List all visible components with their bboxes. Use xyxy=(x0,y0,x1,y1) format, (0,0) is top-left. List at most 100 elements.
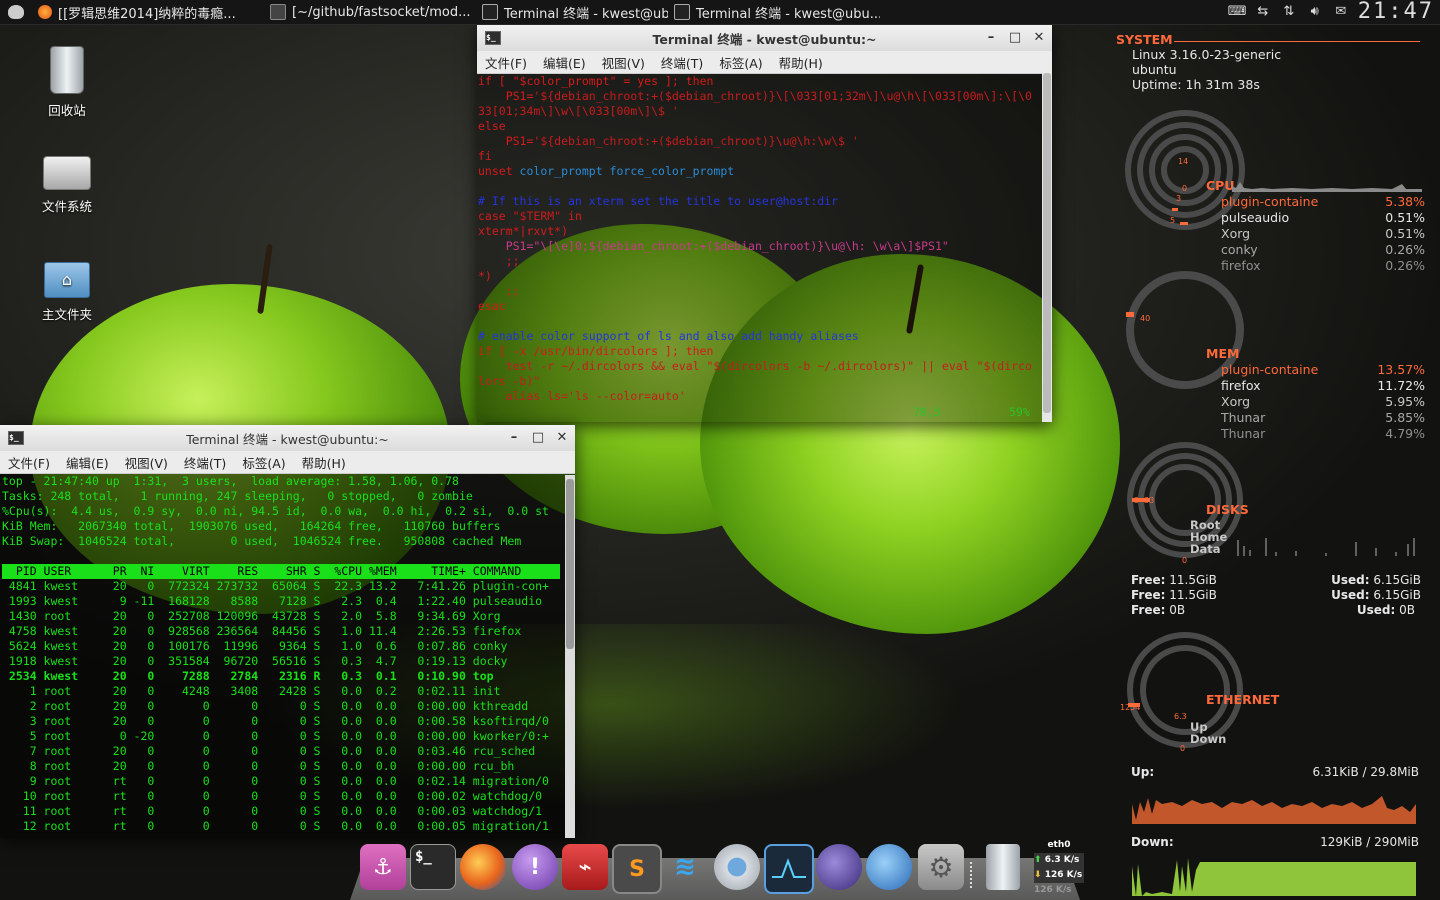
scrollbar-thumb[interactable] xyxy=(1043,73,1051,413)
conky-monitor: SYSTEM Linux 3.16.0-23-generic ubuntu Up… xyxy=(1110,30,1430,900)
cpu-history-line xyxy=(1232,182,1422,192)
keyboard-icon[interactable]: ⌨ xyxy=(1228,5,1247,19)
minimize-button[interactable]: – xyxy=(507,431,521,445)
dock-system-monitor[interactable] xyxy=(764,844,814,894)
dock-sublime[interactable]: S xyxy=(612,844,662,894)
clock[interactable]: 21:47 xyxy=(1358,0,1434,24)
vim-token: test -r ~/.dircolors && xyxy=(478,359,672,373)
menu-view[interactable]: 视图(V) xyxy=(594,53,653,72)
menu-edit[interactable]: 编辑(E) xyxy=(535,53,594,72)
top-summary-line: top - 21:47:40 up 1:31, 3 users, load av… xyxy=(2,474,459,488)
terminal-window-vim[interactable]: $_ Terminal 终端 - kwest@ubuntu:~ – □ ✕ 文件… xyxy=(477,25,1052,422)
dock-chromium[interactable] xyxy=(714,844,760,890)
maximize-button[interactable]: □ xyxy=(531,431,545,445)
vim-token: 33[01;34m\]\w\[\033[00m\]\$ ' xyxy=(478,104,679,118)
dock-settings[interactable]: ⚙ xyxy=(918,844,964,890)
menu-view[interactable]: 视图(V) xyxy=(117,453,176,472)
menu-terminal[interactable]: 终端(T) xyxy=(653,53,711,72)
dock-eclipse[interactable] xyxy=(816,844,862,890)
top-process-row: 1430 root 20 0 252708 120096 43728 S 2.0… xyxy=(2,609,501,623)
desktop-icon-home[interactable]: ⌂ 主文件夹 xyxy=(22,262,112,323)
top-process-row: 1918 kwest 20 0 351584 96720 56516 S 0.3… xyxy=(2,654,508,668)
terminal-window-top[interactable]: $_ Terminal 终端 - kwest@ubuntu:~ – □ ✕ 文件… xyxy=(0,425,575,838)
drive-icon xyxy=(43,156,91,190)
top-summary-line: Tasks: 248 total, 1 running, 247 sleepin… xyxy=(2,489,473,503)
vim-token: xterm*|rxvt*) xyxy=(478,224,569,238)
network-wired-icon[interactable]: ⇆ xyxy=(1254,5,1272,19)
dock-wifi[interactable]: ≋ xyxy=(662,844,708,890)
xfce-menu-button[interactable] xyxy=(0,0,32,24)
cpu-process-list: plugin-containe 5.38% pulseaudio 0.51% Xor… xyxy=(1221,194,1425,274)
close-button[interactable]: ✕ xyxy=(555,431,569,445)
vim-line: ;; xyxy=(478,254,1052,269)
dock-firefox[interactable] xyxy=(460,844,506,890)
vim-token: if [ -x /usr/bin/dircolors ]; then xyxy=(478,344,714,358)
vim-token xyxy=(478,179,485,193)
scrollbar-thumb[interactable] xyxy=(566,479,574,649)
cpu-section-title: CPU xyxy=(1206,178,1235,193)
top-process-row: 9 root rt 0 0 0 0 S 0.0 0.0 0:02.14 migr… xyxy=(2,774,549,788)
volume-icon[interactable]: 🔊︎ xyxy=(1306,5,1324,19)
maximize-button[interactable]: □ xyxy=(1008,31,1022,45)
vim-line xyxy=(478,179,1052,194)
window-titlebar[interactable]: $_ Terminal 终端 - kwest@ubuntu:~ – □ ✕ xyxy=(0,425,575,451)
menu-help[interactable]: 帮助(H) xyxy=(294,453,354,472)
menu-tabs[interactable]: 标签(A) xyxy=(234,453,293,472)
vim-token: else xyxy=(478,119,506,133)
menu-edit[interactable]: 编辑(E) xyxy=(58,453,117,472)
menu-terminal[interactable]: 终端(T) xyxy=(176,453,234,472)
task-sublime[interactable]: [~/github/fastsocket/mod... xyxy=(264,0,476,24)
eth-up-row: Up: 6.31KiB / 29.8MiB xyxy=(1131,765,1419,779)
vim-line xyxy=(478,314,1052,329)
dock-terminal[interactable]: $_ xyxy=(410,844,456,890)
eth-up-graph-area xyxy=(1132,796,1416,824)
cpu-process-row: pulseaudio 0.51% xyxy=(1221,210,1425,225)
eth-up-label: Up: xyxy=(1131,765,1155,779)
dock-pidgin[interactable]: ! xyxy=(512,844,558,890)
mem-process-row: Xorg 5.95% xyxy=(1221,394,1425,409)
top-output[interactable]: top - 21:47:40 up 1:31, 3 users, load av… xyxy=(0,474,575,837)
mail-icon[interactable]: ✉ xyxy=(1332,5,1350,19)
disk-usage-rows: Free: 11.5GiB Used: 6.15GiB Free: 11.5Gi… xyxy=(1131,573,1421,618)
dock-thunderbird[interactable] xyxy=(866,844,912,890)
desktop-icon-filesystem[interactable]: 文件系统 xyxy=(22,156,112,215)
window-titlebar[interactable]: $_ Terminal 终端 - kwest@ubuntu:~ – □ ✕ xyxy=(477,25,1052,51)
scrollbar[interactable] xyxy=(1042,73,1052,422)
eth-down-value: 129KiB / 290MiB xyxy=(1320,835,1419,849)
vim-token: in xyxy=(561,209,582,223)
sublime-icon: S xyxy=(629,856,645,882)
top-process-row: 1 root 20 0 4248 3408 2428 S 0.0 0.2 0:0… xyxy=(2,684,501,698)
vim-token: ;; xyxy=(478,284,520,298)
menu-help[interactable]: 帮助(H) xyxy=(771,53,831,72)
menu-bar: 文件(F) 编辑(E) 视图(V) 终端(T) 标签(A) 帮助(H) xyxy=(0,451,575,474)
dock-anchor[interactable]: ⚓ xyxy=(360,844,406,890)
vim-token: $color_prompt xyxy=(519,74,610,88)
minimize-button[interactable]: – xyxy=(984,31,998,45)
menu-file[interactable]: 文件(F) xyxy=(0,453,58,472)
cpu-ring-label: 3 xyxy=(1176,194,1182,203)
scrollbar[interactable] xyxy=(565,475,575,838)
mem-process-row: plugin-containe 13.57% xyxy=(1221,362,1425,377)
menu-tabs[interactable]: 标签(A) xyxy=(711,53,770,72)
task-label: [~/github/fastsocket/mod... xyxy=(292,4,471,20)
vim-line: fi xyxy=(478,149,1052,164)
vim-token: alias ls= xyxy=(478,389,569,403)
close-button[interactable]: ✕ xyxy=(1032,31,1046,45)
mem-section-title: MEM xyxy=(1206,346,1240,361)
task-terminal-1[interactable]: Terminal 终端 - kwest@ubu... xyxy=(476,0,668,24)
top-process-row: 5 root 0 -20 0 0 0 S 0.0 0.0 0:00.00 kwo… xyxy=(2,729,549,743)
dock-net-widget[interactable]: eth0 ⬆ 6.3 K/s ⬇ 126 K/s 126 K/s xyxy=(1034,838,1084,898)
vim-editor-content[interactable]: if [ "$color_prompt" = yes ]; then PS1='… xyxy=(477,74,1052,423)
dock-pdf-reader[interactable]: ⌁ xyxy=(562,844,608,890)
desktop-icon-trash[interactable]: 回收站 xyxy=(22,46,112,119)
task-terminal-2[interactable]: Terminal 终端 - kwest@ubu... xyxy=(668,0,880,24)
menu-file[interactable]: 文件(F) xyxy=(477,53,535,72)
ethernet-section-title: ETHERNET xyxy=(1206,692,1280,707)
disk-ring-label: 33 xyxy=(1144,496,1155,505)
task-firefox[interactable]: [[罗辑思维2014]纳粹的毒瘾... xyxy=(32,0,264,24)
disk-legend-data: Data xyxy=(1190,542,1221,556)
vim-line: else xyxy=(478,119,1052,134)
vim-token: "$TERM" xyxy=(512,209,562,223)
transfer-arrows-icon[interactable]: ⇅ xyxy=(1280,5,1298,19)
dock-trash[interactable] xyxy=(986,844,1020,890)
